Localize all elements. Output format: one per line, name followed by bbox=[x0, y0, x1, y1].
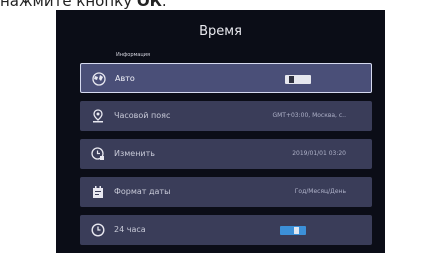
setting-label: Авто bbox=[115, 74, 135, 83]
setting-label: 24 часа bbox=[114, 225, 146, 234]
location-pin-icon bbox=[90, 108, 106, 124]
page-title: Время bbox=[199, 24, 242, 39]
caption-text: нажмите кнопку bbox=[0, 0, 133, 10]
setting-label: Часовой пояс bbox=[114, 111, 171, 120]
setting-value: GMT+03:00, Москва, с.. bbox=[272, 112, 346, 119]
caption-bold-text: ОК bbox=[136, 0, 162, 10]
tv-settings-screen: Время Информация Авто Часовой пояс GMT+0… bbox=[56, 10, 385, 253]
setting-row-timezone[interactable]: Часовой пояс GMT+03:00, Москва, с.. bbox=[80, 101, 372, 131]
clock-edit-icon bbox=[90, 146, 106, 162]
setting-row-date-format[interactable]: Формат даты Год/Месяц/День bbox=[80, 177, 372, 207]
toggle-knob bbox=[289, 76, 294, 83]
setting-value: 2019/01/01 03:20 bbox=[292, 150, 346, 157]
auto-toggle[interactable] bbox=[285, 75, 311, 84]
setting-value: Год/Месяц/День bbox=[294, 188, 346, 195]
section-label: Информация bbox=[116, 52, 151, 58]
setting-row-24h[interactable]: 24 часа bbox=[80, 215, 372, 245]
calendar-icon bbox=[90, 184, 106, 200]
clock-icon bbox=[90, 222, 106, 238]
setting-row-change[interactable]: Изменить 2019/01/01 03:20 bbox=[80, 139, 372, 169]
24h-toggle[interactable] bbox=[280, 226, 306, 235]
setting-row-auto[interactable]: Авто bbox=[80, 63, 372, 93]
setting-label: Формат даты bbox=[114, 187, 171, 196]
toggle-knob bbox=[294, 227, 299, 234]
globe-icon bbox=[91, 71, 107, 87]
setting-label: Изменить bbox=[114, 149, 155, 158]
